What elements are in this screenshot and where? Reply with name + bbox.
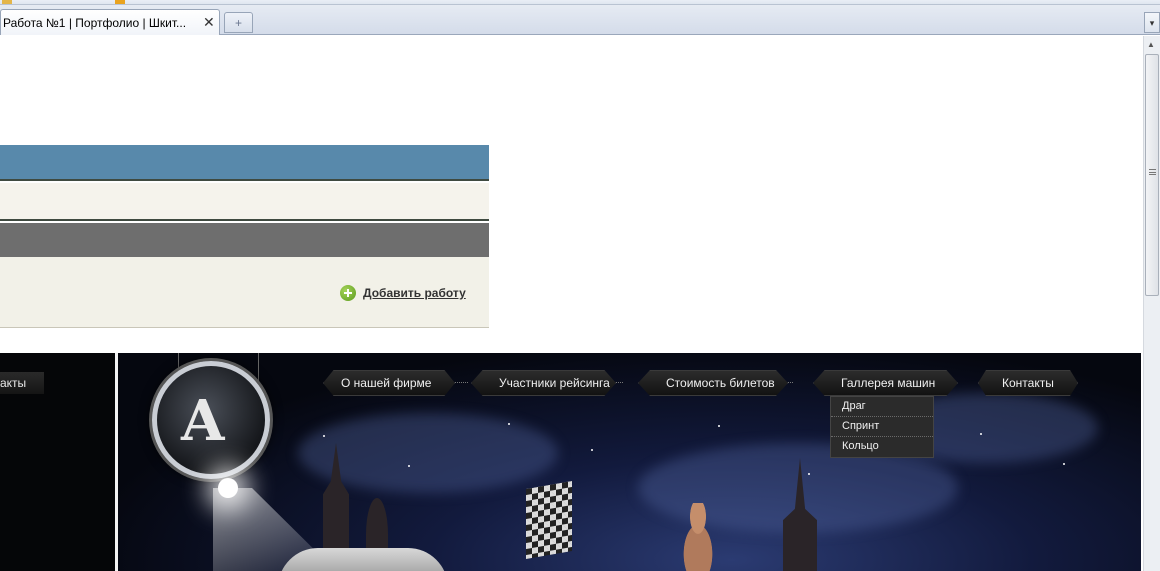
dropdown-item-drag[interactable]: Драг — [831, 397, 933, 417]
preview-left-nav-label: акты — [0, 376, 27, 390]
add-work-link[interactable]: Добавить работу — [340, 285, 466, 301]
subheader-band — [0, 183, 489, 221]
car-image — [278, 548, 448, 571]
new-tab-button[interactable]: + — [224, 12, 253, 33]
close-icon[interactable]: ✕ — [203, 14, 215, 31]
gallery-dropdown: Драг Спринт Кольцо — [830, 396, 934, 458]
portfolio-preview-image: A О нашей фирме Участники рейсинга Стоим… — [118, 353, 1141, 571]
tab-title: Работа №1 | Портфолио | Шкит... — [3, 16, 187, 30]
star — [408, 465, 410, 467]
tab-active[interactable]: Работа №1 | Портфолио | Шкит... ✕ — [0, 9, 220, 35]
site-nav: О нашей фирме Участники рейсинга Стоимос… — [323, 370, 1078, 396]
scrollbar-thumb[interactable] — [1145, 54, 1159, 296]
scroll-up-icon[interactable]: ▲ — [1147, 40, 1155, 49]
tab-bar: Работа №1 | Портфолио | Шкит... ✕ + ▾ — [0, 5, 1160, 35]
dropdown-item-ring[interactable]: Кольцо — [831, 437, 933, 457]
grip-icon — [1149, 169, 1156, 175]
nav-label[interactable]: Стоимость билетов — [666, 376, 775, 390]
star — [323, 435, 325, 437]
star — [1063, 463, 1065, 465]
vertical-scrollbar[interactable]: ▲ — [1143, 36, 1160, 571]
star — [508, 423, 510, 425]
spotlight-icon — [218, 478, 238, 498]
header-band — [0, 145, 489, 181]
bookmark-folder-icon[interactable] — [2, 0, 12, 4]
nav-label[interactable]: Контакты — [1002, 376, 1054, 390]
nav-label[interactable]: Галлерея машин — [841, 376, 935, 390]
star — [591, 449, 593, 451]
logo-letter: A — [181, 388, 225, 454]
add-work-label[interactable]: Добавить работу — [363, 286, 466, 300]
dropdown-item-sprint[interactable]: Спринт — [831, 417, 933, 437]
site-logo[interactable]: A — [152, 361, 270, 479]
logo-string — [258, 353, 259, 383]
star — [808, 473, 810, 475]
nav-label[interactable]: О нашей фирме — [341, 376, 431, 390]
star — [980, 433, 982, 435]
nav-label[interactable]: Участники рейсинга — [499, 376, 610, 390]
toolbar-band — [0, 223, 489, 257]
star — [718, 425, 720, 427]
tab-list-dropdown-icon[interactable]: ▾ — [1144, 12, 1160, 33]
plus-icon[interactable] — [340, 285, 356, 301]
checkered-flag — [526, 480, 572, 560]
bookmark-folder-icon[interactable] — [115, 0, 125, 4]
model-figure — [673, 503, 723, 571]
